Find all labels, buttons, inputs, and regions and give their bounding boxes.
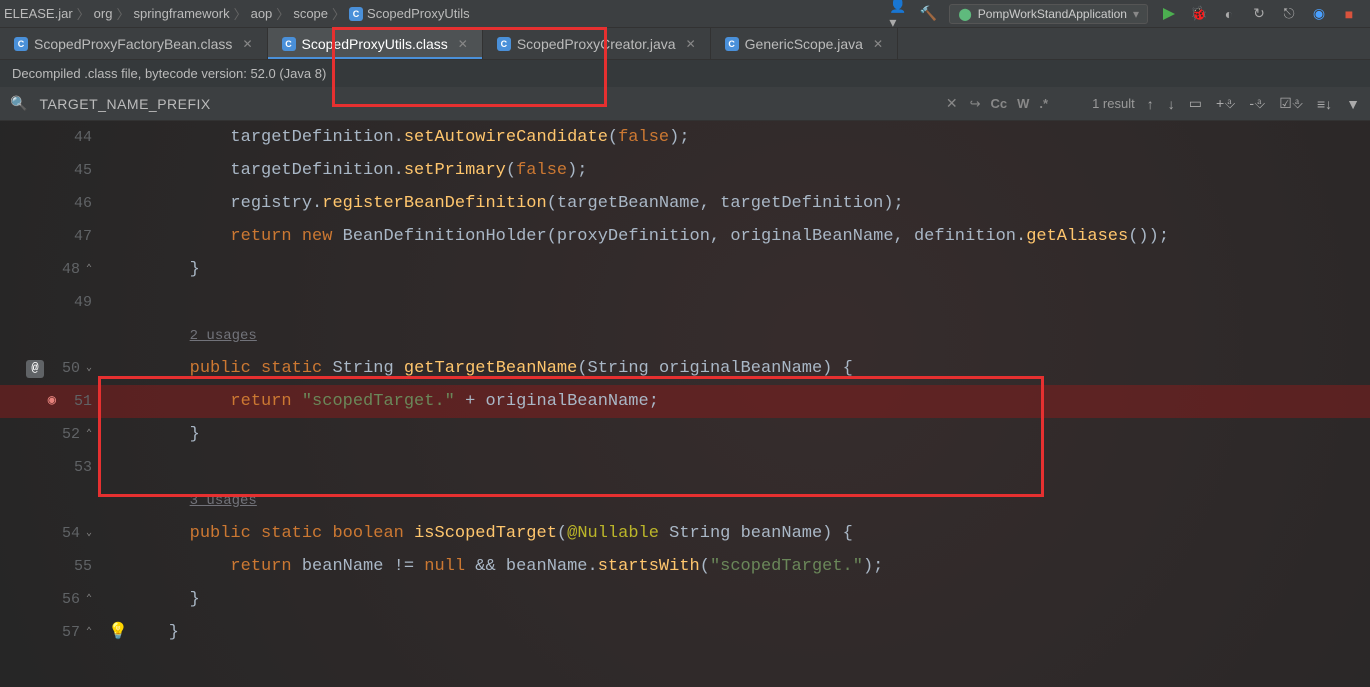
fold-end-icon[interactable]: ⌃ — [86, 253, 92, 286]
find-bar: 🔍 ✕ ↪ Cc W .* 1 result ↑ ↓ ▭ +⎀ -⎀ ☑⎀ ≡↓… — [0, 87, 1370, 121]
coverage-icon[interactable]: ◐ — [1220, 5, 1238, 23]
code-line: 46 registry.registerBeanDefinition(targe… — [0, 187, 1370, 220]
tab-label: GenericScope.java — [745, 36, 863, 52]
code-line: 44 targetDefinition.setAutowireCandidate… — [0, 121, 1370, 154]
code-line: 55 return beanName != null && beanName.s… — [0, 550, 1370, 583]
decompiled-info-bar: Decompiled .class file, bytecode version… — [0, 60, 1370, 87]
breadcrumb-item[interactable]: org〉 — [94, 4, 130, 23]
tab-scopedproxycreator[interactable]: C ScopedProxyCreator.java ✕ — [483, 28, 711, 59]
fold-start-icon[interactable]: ⌄ — [86, 352, 92, 385]
usages-hint[interactable]: 2 usages — [0, 319, 1370, 352]
result-count: 1 result — [1092, 96, 1135, 111]
code-line: 53 — [0, 451, 1370, 484]
breadcrumb-item[interactable]: ELEASE.jar〉 — [4, 4, 90, 23]
select-occurrences-icon[interactable]: ☑⎀ — [1279, 95, 1303, 112]
code-line-highlighted: ◉51 return "scopedTarget." + originalBea… — [0, 385, 1370, 418]
user-icon[interactable]: 👤▾ — [889, 5, 907, 23]
redo-icon[interactable]: ↪ — [970, 96, 981, 112]
fold-start-icon[interactable]: ⌄ — [86, 517, 92, 550]
breadcrumb-item[interactable]: scope〉 — [293, 4, 345, 23]
override-gutter-icon[interactable]: @ — [26, 360, 44, 378]
fold-end-icon[interactable]: ⌃ — [86, 583, 92, 616]
fold-end-icon[interactable]: ⌃ — [86, 616, 92, 649]
close-icon[interactable]: ✕ — [458, 37, 468, 51]
profile-icon[interactable]: ↻ — [1250, 5, 1268, 23]
code-line: 49 — [0, 286, 1370, 319]
run-config-select[interactable]: ⬤PompWorkStandApplication▾ — [949, 4, 1148, 24]
java-icon: C — [497, 37, 511, 51]
run-icon[interactable] — [1160, 5, 1178, 23]
close-icon[interactable]: ✕ — [686, 37, 696, 51]
breadcrumb-item[interactable]: aop〉 — [251, 4, 290, 23]
match-case-toggle[interactable]: Cc — [990, 96, 1007, 111]
java-icon: C — [725, 37, 739, 51]
remove-selection-icon[interactable]: -⎀ — [1249, 95, 1265, 112]
class-icon: C — [282, 37, 296, 51]
close-icon[interactable]: ✕ — [242, 37, 252, 51]
class-icon: C — [349, 7, 363, 21]
intention-bulb-icon[interactable]: 💡 — [108, 623, 128, 641]
tab-label: ScopedProxyCreator.java — [517, 36, 676, 52]
code-line: 47 return new BeanDefinitionHolder(proxy… — [0, 220, 1370, 253]
search-input[interactable] — [39, 96, 933, 112]
hammer-icon[interactable]: 🔨 — [919, 5, 937, 23]
toolbar-actions: 👤▾ 🔨 ⬤PompWorkStandApplication▾ 🐞 ◐ ↻ ⎋ … — [889, 4, 1366, 24]
attach-icon[interactable]: ⎋ — [1280, 5, 1298, 23]
decompiled-text: Decompiled .class file, bytecode version… — [12, 66, 326, 81]
usages-hint[interactable]: 3 usages — [0, 484, 1370, 517]
search-icon: 🔍 — [10, 95, 27, 112]
breadcrumb-item[interactable]: CScopedProxyUtils — [349, 6, 470, 21]
tab-scopedproxyfactorybean[interactable]: C ScopedProxyFactoryBean.class ✕ — [0, 28, 268, 59]
clear-search-icon[interactable]: ✕ — [946, 95, 958, 112]
fold-end-icon[interactable]: ⌃ — [86, 418, 92, 451]
close-icon[interactable]: ✕ — [873, 37, 883, 51]
tab-label: ScopedProxyFactoryBean.class — [34, 36, 232, 52]
select-all-icon[interactable]: ▭ — [1189, 95, 1202, 112]
code-editor[interactable]: 44 targetDefinition.setAutowireCandidate… — [0, 121, 1370, 649]
add-selection-icon[interactable]: +⎀ — [1216, 95, 1235, 112]
breakpoint-gutter-icon[interactable]: ◉ — [48, 385, 56, 418]
prev-match-icon[interactable]: ↑ — [1147, 96, 1154, 112]
breadcrumb-item[interactable]: springframework〉 — [133, 4, 246, 23]
code-line: @50⌄ public static String getTargetBeanN… — [0, 352, 1370, 385]
code-line: 57⌃ 💡 } — [0, 616, 1370, 649]
tab-label: ScopedProxyUtils.class — [302, 36, 448, 52]
filter-icon[interactable]: ▼ — [1346, 96, 1360, 112]
breadcrumb: ELEASE.jar〉 org〉 springframework〉 aop〉 s… — [4, 4, 889, 23]
code-line: 56⌃ } — [0, 583, 1370, 616]
whole-word-toggle[interactable]: W — [1017, 96, 1029, 111]
code-line: 54⌄ public static boolean isScopedTarget… — [0, 517, 1370, 550]
class-icon: C — [14, 37, 28, 51]
next-match-icon[interactable]: ↓ — [1168, 96, 1175, 112]
tab-scopedproxyutils[interactable]: C ScopedProxyUtils.class ✕ — [268, 28, 483, 59]
code-line: 48⌃ } — [0, 253, 1370, 286]
regex-toggle[interactable]: .* — [1039, 96, 1048, 111]
stop-icon[interactable]: ■ — [1340, 5, 1358, 23]
tab-genericscope[interactable]: C GenericScope.java ✕ — [711, 28, 898, 59]
editor-tabs: C ScopedProxyFactoryBean.class ✕ C Scope… — [0, 28, 1370, 60]
code-line: 45 targetDefinition.setPrimary(false); — [0, 154, 1370, 187]
debug-icon[interactable]: 🐞 — [1190, 5, 1208, 23]
code-line: 52⌃ } — [0, 418, 1370, 451]
top-toolbar: ELEASE.jar〉 org〉 springframework〉 aop〉 s… — [0, 0, 1370, 28]
settings-icon[interactable]: ≡↓ — [1317, 96, 1332, 112]
gauge-icon[interactable]: ◉ — [1310, 5, 1328, 23]
